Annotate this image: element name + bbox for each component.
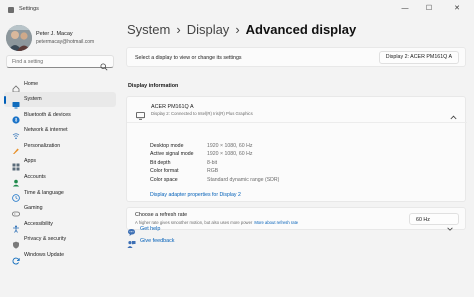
sidebar-item-personalization[interactable]: Personalization xyxy=(4,138,116,155)
settings-app-icon xyxy=(8,7,14,13)
refresh-rate-dropdown[interactable]: 60 Hz xyxy=(409,213,459,231)
info-value: 1920 × 1080, 60 Hz xyxy=(207,151,253,158)
profile-name: Peter J. Macay xyxy=(36,31,73,37)
page-title: Advanced display xyxy=(245,22,357,37)
info-label: Desktop mode xyxy=(150,143,184,149)
sidebar-item-label: Accessibility xyxy=(24,220,53,227)
system-icon xyxy=(12,96,20,109)
refresh-rate-description: A higher rate gives smoother motion, but… xyxy=(135,220,298,225)
refresh-rate-value: 60 Hz xyxy=(416,217,430,223)
refresh-rate-card: Choose a refresh rate A higher rate give… xyxy=(126,207,466,231)
user-profile[interactable]: Peter J. Macay petermacay@hotmail.com xyxy=(6,25,116,53)
breadcrumb-display[interactable]: Display xyxy=(187,22,230,37)
display-info-header[interactable]: ACER PM161Q A Display 2: Connected to In… xyxy=(127,97,467,123)
display-adapter-properties-link[interactable]: Display adapter properties for Display 2 xyxy=(150,192,241,198)
info-row-desktop-mode: Desktop mode 1920 × 1080, 60 Hz xyxy=(150,143,350,151)
windows-update-icon xyxy=(12,252,20,264)
monitor-icon xyxy=(136,107,145,125)
breadcrumb-separator: › xyxy=(235,22,240,37)
sidebar-item-label: Personalization xyxy=(24,142,61,149)
minimize-button[interactable]: — xyxy=(394,3,416,15)
sidebar-item-label: Accounts xyxy=(24,174,46,181)
breadcrumb: System › Display › Advanced display xyxy=(127,22,356,37)
info-value: 8-bit xyxy=(207,159,218,166)
sidebar-item-privacy-security[interactable]: Privacy & security xyxy=(4,232,116,249)
info-label: Bit depth xyxy=(150,159,171,166)
privacy-shield-icon xyxy=(12,236,20,249)
more-about-refresh-rate-link[interactable]: More about refresh rate xyxy=(254,220,298,225)
give-feedback-link[interactable]: Give feedback xyxy=(140,238,174,244)
info-row-bit-depth: Bit depth 8-bit xyxy=(150,160,350,168)
display-select-dropdown[interactable]: Display 2: ACER PM161Q A xyxy=(378,51,459,64)
get-help-link[interactable]: Get help xyxy=(140,226,160,232)
info-row-color-space: Color space Standard dynamic range (SDR) xyxy=(150,177,350,185)
maximize-button[interactable]: ☐ xyxy=(418,3,440,15)
chevron-down-icon xyxy=(447,218,453,236)
give-feedback-icon xyxy=(127,236,136,254)
sidebar-item-label: Network & internet xyxy=(24,127,68,134)
monitor-subtitle: Display 2: Connected to Intel(R) Iris(R)… xyxy=(151,111,253,116)
display-select-value: Display 2: ACER PM161Q A xyxy=(385,54,452,60)
home-icon xyxy=(12,80,20,93)
sidebar-item-label: Apps xyxy=(24,158,37,165)
info-row-active-signal-mode: Active signal mode 1920 × 1080, 60 Hz xyxy=(150,151,350,159)
display-select-label: Select a display to view or change its s… xyxy=(135,55,242,61)
info-value: RGB xyxy=(207,168,219,175)
refresh-rate-title: Choose a refresh rate xyxy=(135,212,188,218)
main-content: System › Display › Advanced display Select a… xyxy=(118,20,474,297)
sidebar-item-network[interactable]: Network & internet xyxy=(4,123,116,139)
display-info-table: Desktop mode 1920 × 1080, 60 Hz Active s… xyxy=(150,143,350,185)
info-value: 1920 × 1080, 60 Hz xyxy=(207,143,253,149)
info-label: Color space xyxy=(150,176,178,183)
sidebar-nav: Home System Bluetooth & devices Network … xyxy=(4,76,116,264)
refresh-rate-description-text: A higher rate gives smoother motion, but… xyxy=(135,220,253,225)
info-label: Active signal mode xyxy=(150,151,194,158)
accounts-icon xyxy=(12,174,20,187)
monitor-name: ACER PM161Q A xyxy=(151,104,194,110)
display-information-heading: Display information xyxy=(128,83,179,89)
sidebar-item-bluetooth[interactable]: Bluetooth & devices xyxy=(4,107,116,124)
info-label: Color format xyxy=(150,168,179,175)
sidebar-item-label: Gaming xyxy=(24,205,43,212)
chevron-up-icon[interactable] xyxy=(450,107,457,125)
title-bar: Settings — ☐ ✕ xyxy=(0,0,474,20)
sidebar-item-windows-update[interactable]: Windows Update xyxy=(4,248,116,264)
breadcrumb-separator: › xyxy=(176,22,181,37)
search-input[interactable]: Find a setting xyxy=(6,55,114,71)
sidebar-item-label: Home xyxy=(24,80,39,87)
sidebar-item-accounts[interactable]: Accounts xyxy=(4,170,116,187)
sidebar-item-label: System xyxy=(24,96,42,103)
time-language-icon xyxy=(12,189,20,202)
sidebar: Peter J. Macay petermacay@hotmail.com Fi… xyxy=(0,20,118,297)
profile-email: petermacay@hotmail.com xyxy=(36,39,95,45)
close-button[interactable]: ✕ xyxy=(446,3,468,15)
sidebar-item-accessibility[interactable]: Accessibility xyxy=(4,216,116,234)
bluetooth-icon xyxy=(12,111,20,124)
info-row-color-format: Color format RGB xyxy=(150,168,350,176)
sidebar-item-label: Windows Update xyxy=(24,252,65,259)
sidebar-item-home[interactable]: Home xyxy=(4,76,116,93)
breadcrumb-system[interactable]: System xyxy=(127,22,170,37)
sidebar-item-label: Privacy & security xyxy=(24,236,67,243)
display-select-card: Select a display to view or change its s… xyxy=(126,47,466,67)
apps-icon xyxy=(12,158,20,171)
window-title: Settings xyxy=(19,6,39,12)
personalization-icon xyxy=(12,142,20,155)
sidebar-item-time-language[interactable]: Time & language xyxy=(4,185,116,202)
info-value: Standard dynamic range (SDR) xyxy=(207,176,280,183)
search-icon xyxy=(100,58,108,76)
sidebar-item-gaming[interactable]: Gaming xyxy=(4,201,116,217)
sidebar-item-label: Bluetooth & devices xyxy=(24,111,71,118)
gaming-icon xyxy=(12,205,20,217)
network-icon xyxy=(12,127,20,139)
sidebar-item-system[interactable]: System xyxy=(4,91,116,109)
sidebar-item-label: Time & language xyxy=(24,189,64,196)
sidebar-item-apps[interactable]: Apps xyxy=(4,154,116,171)
search-placeholder: Find a setting xyxy=(12,59,44,65)
accessibility-icon xyxy=(12,220,20,234)
avatar xyxy=(6,25,32,51)
